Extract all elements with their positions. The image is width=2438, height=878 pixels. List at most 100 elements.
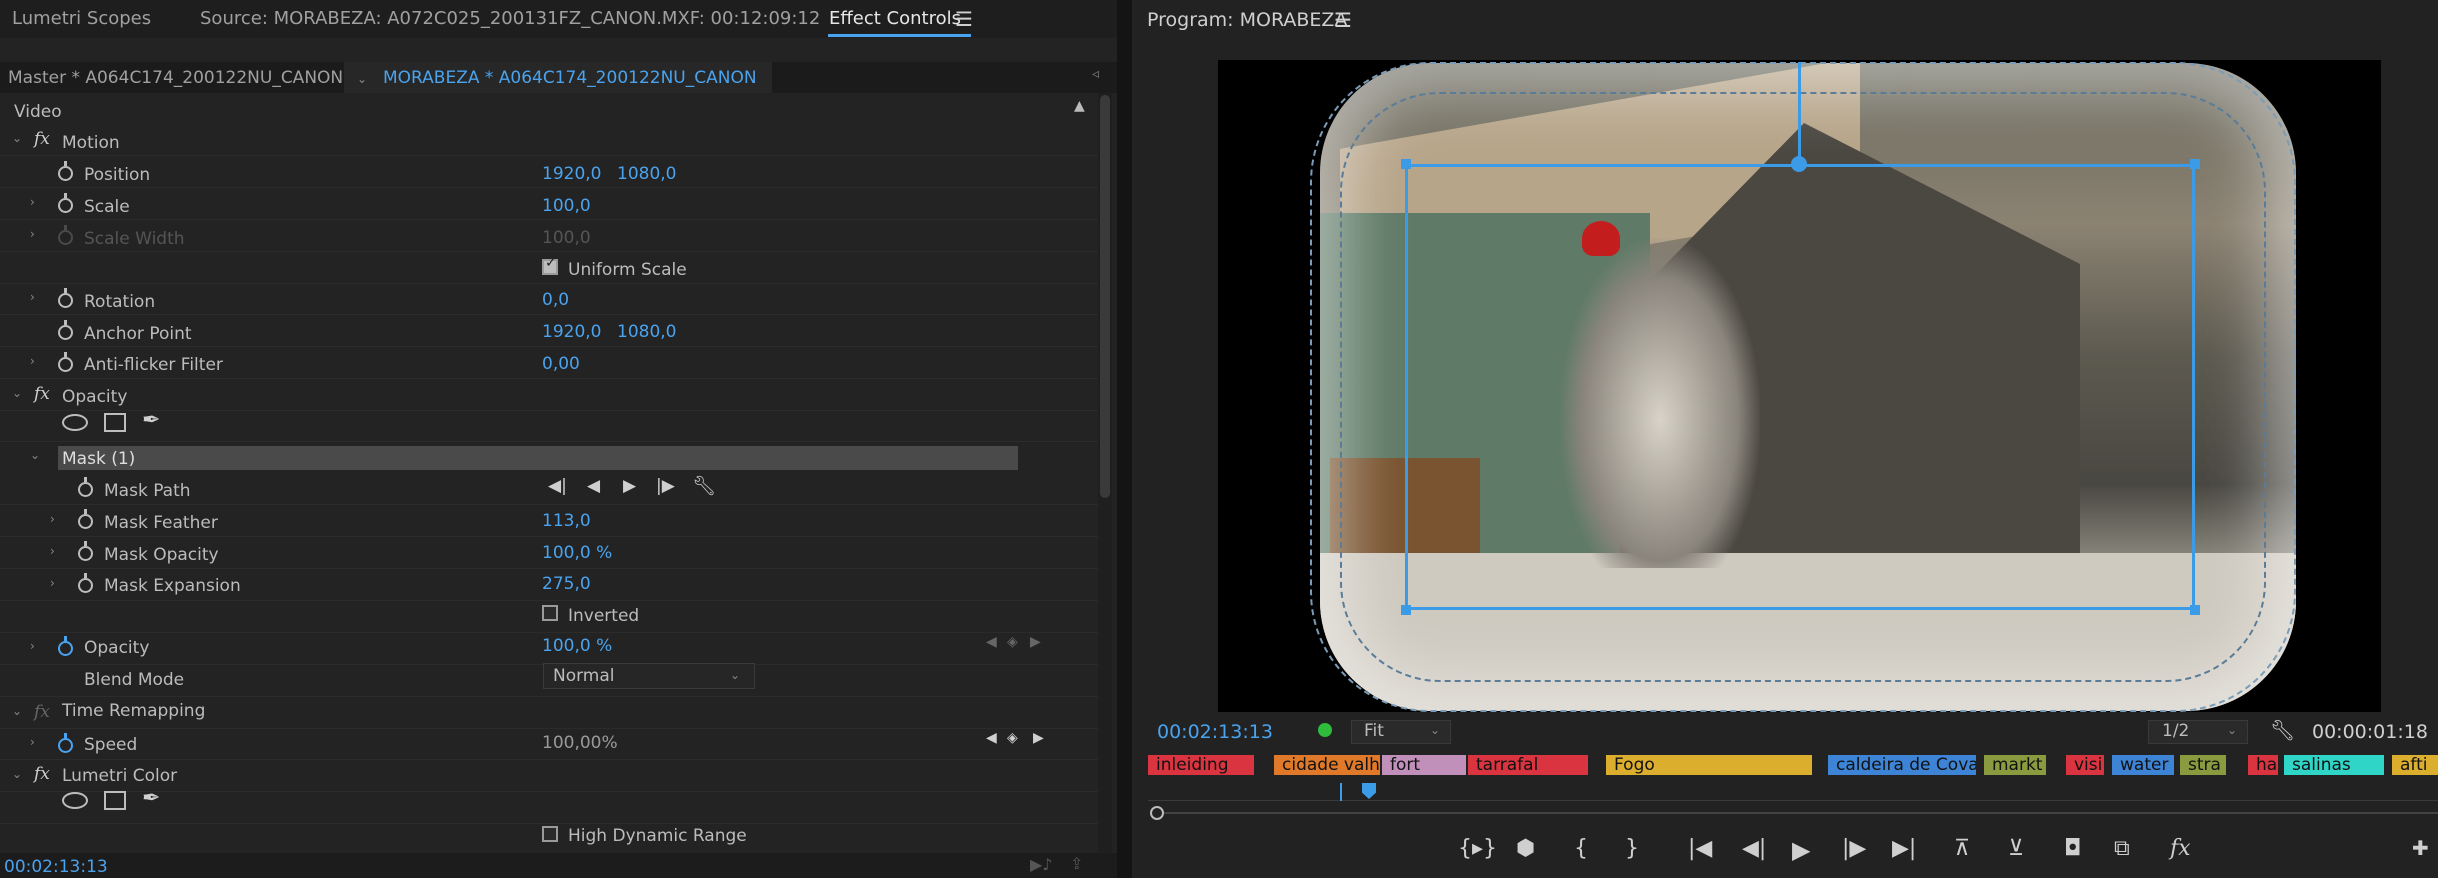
tab-effect-controls[interactable]: Effect Controls <box>829 8 961 29</box>
stopwatch-icon[interactable] <box>58 320 73 340</box>
mask-expansion-value[interactable]: 275,0 <box>542 574 591 594</box>
marker[interactable]: cidade valh <box>1274 755 1380 775</box>
transform-bounding-box[interactable] <box>1405 164 2195 610</box>
panel-menu-icon[interactable]: ☰ <box>1334 8 1352 32</box>
marker[interactable]: stra <box>2180 755 2226 775</box>
stopwatch-icon[interactable] <box>58 636 73 656</box>
ellipse-mask-icon[interactable] <box>62 414 88 431</box>
step-forward-icon[interactable]: |▶ <box>1842 836 1866 861</box>
add-keyframe-icon[interactable]: ◈ <box>1007 730 1018 746</box>
marker[interactable]: visi <box>2066 755 2104 775</box>
anchor-x-value[interactable]: 1920,0 <box>542 322 601 342</box>
chevron-right-icon[interactable]: › <box>30 195 35 209</box>
chevron-down-icon[interactable]: ⌄ <box>12 131 22 145</box>
next-keyframe-icon[interactable]: ▶ <box>1030 634 1041 650</box>
opacity-value[interactable]: 100,0 % <box>542 636 612 656</box>
chevron-right-icon[interactable]: › <box>30 354 35 368</box>
mask-feather-handle-line[interactable] <box>1798 62 1801 166</box>
chevron-down-icon[interactable]: ⌄ <box>30 448 40 462</box>
stopwatch-icon[interactable] <box>58 161 73 181</box>
go-to-out-icon[interactable]: ▶| <box>1892 836 1916 861</box>
prev-keyframe-icon[interactable]: ◀ <box>986 730 997 746</box>
chevron-down-icon[interactable]: ⌄ <box>12 704 22 718</box>
anchor-y-value[interactable]: 1080,0 <box>617 322 676 342</box>
add-keyframe-icon[interactable]: ◈ <box>1007 634 1018 650</box>
lift-icon[interactable]: ⊼ <box>1954 836 1970 861</box>
chevron-right-icon[interactable]: › <box>30 735 35 749</box>
rotation-value[interactable]: 0,0 <box>542 290 569 310</box>
subtab-sequence[interactable]: MORABEZA * A064C174_200122NU_CANON <box>383 68 757 88</box>
subtab-master[interactable]: Master * A064C174_200122NU_CANON <box>8 68 343 88</box>
camera-icon[interactable]: ◘ <box>2064 836 2081 861</box>
marker[interactable]: afti <box>2392 755 2438 775</box>
play-icon[interactable]: ▶ <box>1792 836 1810 864</box>
anti-flicker-value[interactable]: 0,00 <box>542 354 580 374</box>
corner-handle[interactable] <box>1401 159 1411 169</box>
track-backward-icon[interactable]: ◀| <box>548 476 567 496</box>
marker[interactable]: fort <box>1382 755 1466 775</box>
mask-feather-handle[interactable] <box>1791 156 1807 172</box>
stopwatch-icon[interactable] <box>58 288 73 308</box>
chevron-down-icon[interactable]: ⌄ <box>2227 723 2237 737</box>
program-timecode[interactable]: 00:02:13:13 <box>1157 721 1273 743</box>
fx-icon[interactable]: fx <box>34 384 50 404</box>
scrollbar-thumb[interactable] <box>1100 95 1110 498</box>
stopwatch-icon[interactable] <box>78 573 93 593</box>
comparison-view-icon[interactable]: ⧉ <box>2114 836 2130 861</box>
stopwatch-icon[interactable] <box>78 509 93 529</box>
corner-handle[interactable] <box>2190 159 2200 169</box>
panel-menu-icon[interactable]: ☰ <box>955 7 973 31</box>
program-title[interactable]: Program: MORABEZA <box>1147 9 1347 31</box>
mark-in-icon[interactable]: { <box>1574 836 1588 861</box>
corner-handle[interactable] <box>2190 605 2200 615</box>
mask-feather-value[interactable]: 113,0 <box>542 511 591 531</box>
corner-handle[interactable] <box>1401 605 1411 615</box>
chevron-right-icon[interactable]: › <box>30 290 35 304</box>
chevron-down-icon[interactable]: ⌄ <box>730 668 740 682</box>
pen-mask-icon[interactable]: ✒ <box>142 408 160 433</box>
track-forward-icon[interactable]: |▶ <box>656 476 675 496</box>
zoom-handle-left[interactable] <box>1150 806 1164 820</box>
chevron-down-icon[interactable]: ⌄ <box>357 72 367 86</box>
marker[interactable]: water <box>2112 755 2174 775</box>
speed-value[interactable]: 100,00% <box>542 733 618 753</box>
stopwatch-icon[interactable] <box>58 193 73 213</box>
add-marker-icon[interactable]: ⬢ <box>1516 836 1535 861</box>
mark-out-icon[interactable]: } <box>1625 836 1639 861</box>
scale-value[interactable]: 100,0 <box>542 196 591 216</box>
add-button-icon[interactable]: ✚ <box>2412 836 2429 860</box>
fx-bypass-icon[interactable]: fx <box>2170 836 2191 861</box>
pen-mask-icon[interactable]: ✒ <box>142 786 160 811</box>
stopwatch-icon[interactable] <box>58 352 73 372</box>
stopwatch-icon[interactable] <box>58 733 73 753</box>
step-back-icon[interactable]: ◀| <box>1742 836 1766 861</box>
marker[interactable]: caldeira de Cova <box>1828 755 1976 775</box>
track-back-one-icon[interactable]: ◀ <box>587 476 600 496</box>
marker[interactable]: salinas <box>2284 755 2384 775</box>
track-forward-one-icon[interactable]: ▶ <box>623 476 636 496</box>
ellipse-mask-icon[interactable] <box>62 792 88 809</box>
in-point-marker[interactable] <box>1340 783 1342 801</box>
panel-divider[interactable] <box>1117 0 1132 878</box>
chevron-right-icon[interactable]: › <box>50 544 55 558</box>
marker[interactable]: inleiding <box>1148 755 1254 775</box>
collapse-panel-icon[interactable]: ◃ <box>1092 66 1099 82</box>
stopwatch-icon[interactable] <box>78 477 93 497</box>
chevron-down-icon[interactable]: ⌄ <box>12 767 22 781</box>
extract-icon[interactable]: ⊻ <box>2008 836 2024 861</box>
fx-icon[interactable]: fx <box>34 764 50 784</box>
wrench-icon[interactable]: 🔧︎ <box>692 474 716 497</box>
chevron-right-icon[interactable]: › <box>50 576 55 590</box>
settings-wrench-icon[interactable]: 🔧︎ <box>2270 718 2295 742</box>
mark-in-out-icon[interactable]: {▸} <box>1458 836 1497 861</box>
go-to-in-icon[interactable]: |◀ <box>1688 836 1712 861</box>
marker[interactable]: Fogo <box>1606 755 1812 775</box>
mask-opacity-value[interactable]: 100,0 % <box>542 543 612 563</box>
tab-lumetri-scopes[interactable]: Lumetri Scopes <box>12 8 151 29</box>
fx-icon[interactable]: fx <box>34 129 50 149</box>
stopwatch-icon[interactable] <box>78 541 93 561</box>
scroll-up-icon[interactable]: ▲ <box>1074 98 1085 114</box>
marker[interactable]: markt <box>1984 755 2046 775</box>
tab-source[interactable]: Source: MORABEZA: A072C025_200131FZ_CANO… <box>200 8 820 29</box>
marker[interactable]: hai <box>2248 755 2278 775</box>
